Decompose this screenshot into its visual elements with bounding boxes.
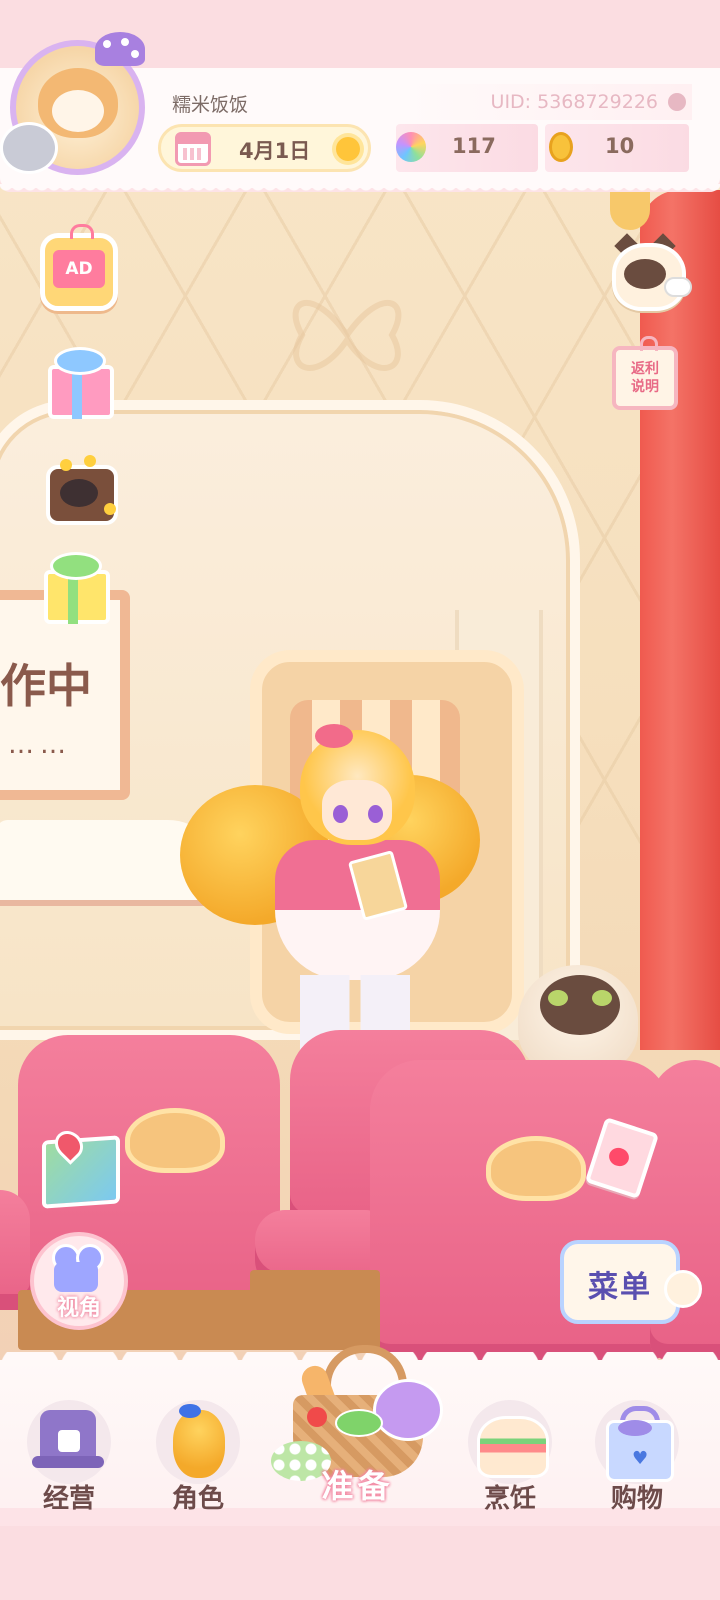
gift-bow: [50, 552, 102, 580]
character-eye: [333, 805, 348, 823]
gem-count: 117: [452, 134, 496, 158]
nav-label: 角色: [171, 1484, 224, 1514]
character-bow: [315, 724, 353, 748]
calendar-icon: [175, 132, 211, 166]
menu-book-icon: 菜单: [560, 1240, 680, 1324]
doll-bow: [179, 1404, 201, 1418]
gift-button[interactable]: [40, 343, 118, 421]
character-icon: [173, 1410, 225, 1478]
gem-counter[interactable]: 117: [396, 124, 538, 172]
bow-icon: [335, 1409, 383, 1437]
seat-badge: [125, 1108, 225, 1173]
cat-icon: [664, 1270, 702, 1308]
copy-icon[interactable]: [668, 93, 686, 111]
coin-icon: [84, 455, 96, 467]
cat-chat-button[interactable]: [604, 233, 692, 311]
gift-bow: [54, 347, 106, 375]
recipe-button[interactable]: [584, 1117, 660, 1199]
chat-bubble-icon: [664, 277, 692, 297]
rebate-info-button[interactable]: 返利说明: [612, 336, 678, 410]
nav-item-shopping[interactable]: ♥ 购物: [582, 1400, 692, 1514]
coin-counter[interactable]: 10: [545, 124, 689, 172]
coin-icon: [60, 459, 72, 471]
rebate-label: 返利说明: [631, 361, 659, 395]
cat-mask: [624, 259, 666, 289]
menu-label: 菜单: [588, 1270, 652, 1305]
uid-text: UID: 5368729226: [490, 91, 658, 113]
cat-eye: [592, 990, 612, 1006]
map-button[interactable]: [38, 1125, 120, 1209]
coin-count: 10: [605, 134, 635, 158]
tomato-icon: [307, 1407, 327, 1427]
uid-display[interactable]: UID: 5368729226: [400, 84, 692, 120]
sign-hook: [640, 336, 658, 351]
rainbow-flower-icon: [396, 132, 426, 162]
sun-icon: [336, 137, 360, 161]
top-bar-lace: [0, 184, 720, 194]
nav-label: 烹饪: [483, 1484, 536, 1514]
hat-brim: [32, 1456, 104, 1468]
cat-eye: [548, 990, 568, 1006]
butterfly-ornament: [292, 300, 402, 371]
cat-face: [540, 975, 620, 1035]
bottom-bar: [0, 1526, 720, 1600]
seat-base: [250, 1270, 380, 1350]
tv-antenna: [70, 224, 94, 239]
sign-dots: ……: [8, 730, 72, 760]
bag-bow: [618, 1420, 652, 1436]
nav-item-character[interactable]: 角色: [143, 1400, 253, 1514]
character-eye: [368, 805, 383, 823]
sandwich-icon: [477, 1416, 549, 1478]
date-text: 4月1日: [239, 139, 311, 163]
hamster-face: [52, 90, 104, 132]
camera-label: 视角: [56, 1296, 101, 1321]
sign-text: 作中: [0, 659, 92, 713]
player-name: 糯米饭饭: [172, 94, 249, 116]
lock-icon: [58, 1430, 80, 1452]
nav-item-cooking[interactable]: 烹饪: [455, 1400, 565, 1514]
ad-tv-icon: AD: [53, 250, 105, 288]
nav-item-prepare[interactable]: 准备: [265, 1345, 450, 1525]
stage-curtain: [640, 190, 720, 1050]
purple-hat-icon: [373, 1379, 443, 1441]
curtain-tassel: [610, 190, 650, 230]
coin-icon: [104, 503, 116, 515]
date-pill[interactable]: 4月1日: [158, 124, 371, 172]
heart-icon: ♥: [632, 1448, 649, 1469]
camera-icon: [54, 1262, 98, 1292]
treasure-chest-button[interactable]: [40, 447, 118, 525]
nav-label: 经营: [42, 1484, 95, 1514]
menu-button[interactable]: 菜单: [556, 1230, 702, 1330]
ad-button[interactable]: AD: [40, 224, 118, 311]
mushroom-icon: [95, 32, 145, 66]
seat-badge: [486, 1136, 586, 1201]
nav-label: 准备: [321, 1467, 394, 1505]
avatar-cat-icon: [0, 122, 58, 174]
coin-icon: [549, 132, 573, 162]
camera-view-button[interactable]: 视角: [30, 1232, 128, 1330]
nav-item-business[interactable]: 经营: [14, 1400, 124, 1514]
nav-label: 购物: [610, 1484, 663, 1514]
raccoon-face: [60, 479, 98, 507]
gift-button-2[interactable]: [36, 548, 114, 626]
